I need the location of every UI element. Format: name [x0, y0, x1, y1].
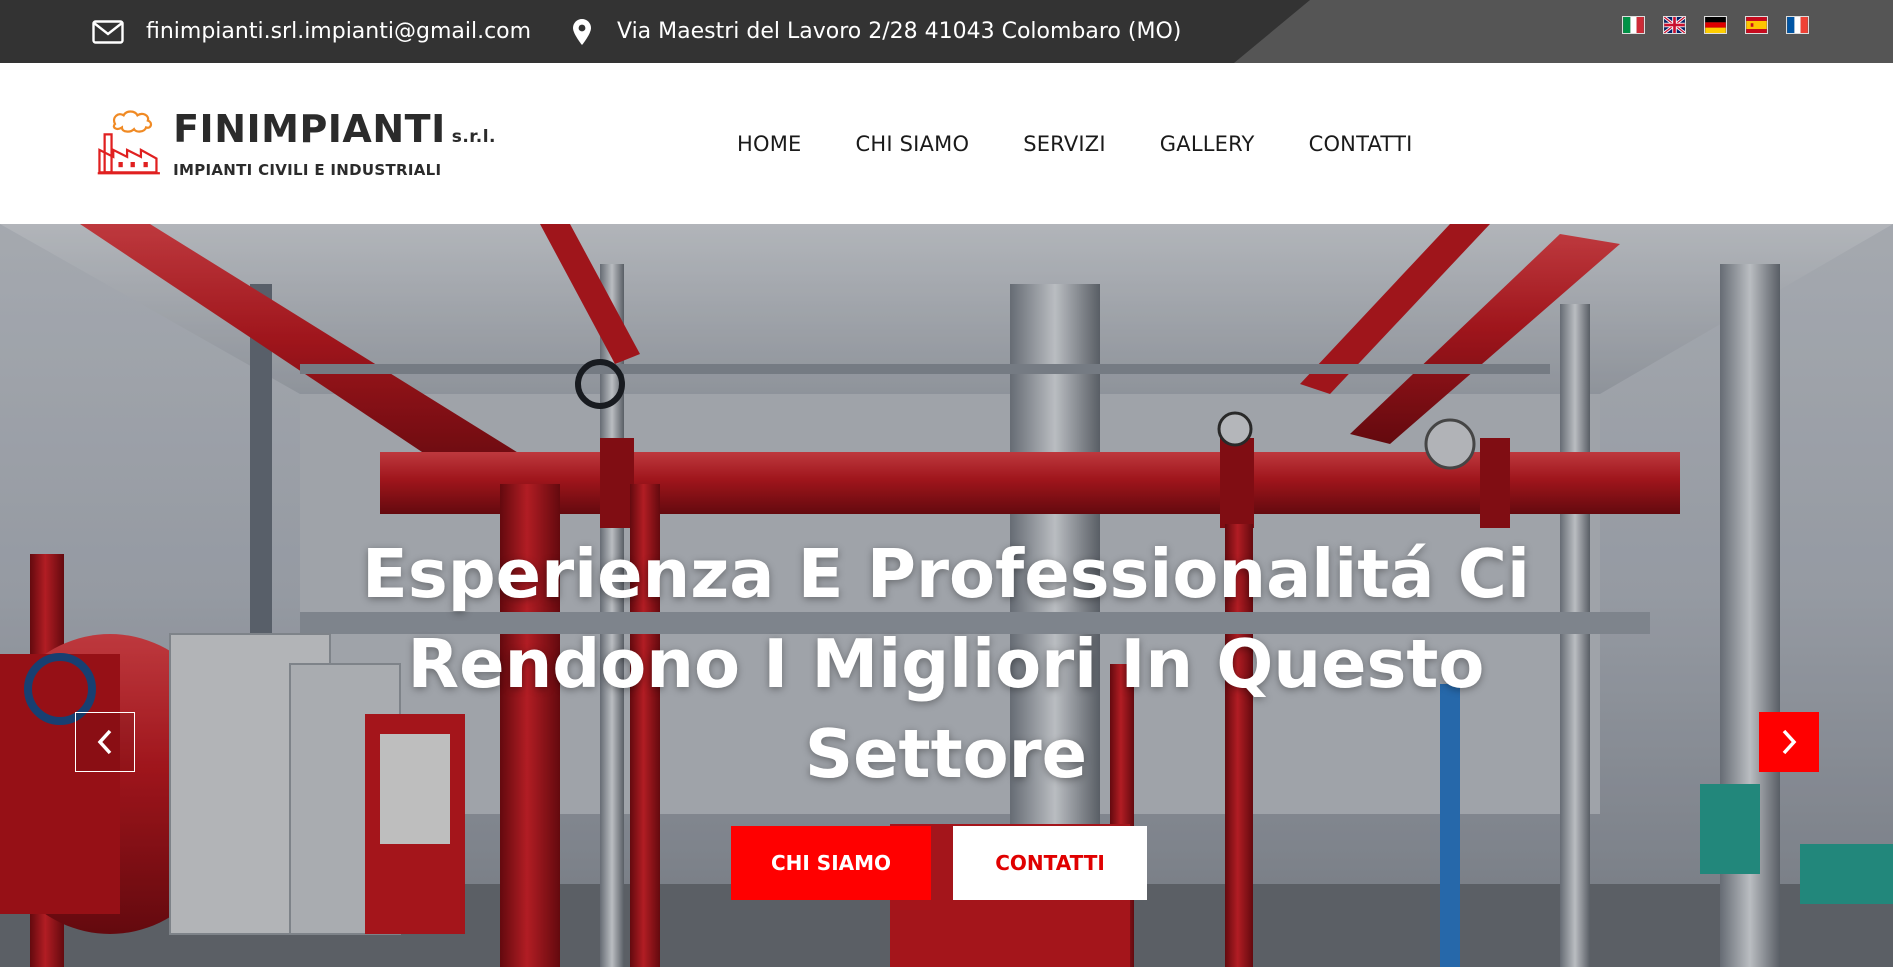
- nav-gallery[interactable]: GALLERY: [1160, 132, 1255, 156]
- nav-contatti[interactable]: CONTATTI: [1309, 132, 1413, 156]
- slider-prev-button[interactable]: [75, 712, 135, 772]
- brand-suffix: s.r.l.: [451, 127, 496, 147]
- hero-title: Esperienza E Professionalitá Ci Rendono …: [362, 535, 1530, 793]
- logo-text: FINIMPIANTI s.r.l. IMPIANTI CIVILI E INDU…: [173, 109, 496, 179]
- map-pin-icon: [573, 18, 591, 45]
- flag-uk-icon[interactable]: [1663, 16, 1686, 34]
- hero-contatti-button[interactable]: CONTATTI: [953, 826, 1147, 900]
- contact-email-text: finimpianti.srl.impianti@gmail.com: [146, 19, 532, 44]
- flag-france-icon[interactable]: [1786, 16, 1809, 34]
- contact-address: Via Maestri del Lavoro 2/28 41043 Colomb…: [573, 0, 1181, 63]
- envelope-icon: [92, 19, 124, 44]
- contact-address-text: Via Maestri del Lavoro 2/28 41043 Colomb…: [617, 19, 1182, 44]
- site-logo[interactable]: FINIMPIANTI s.r.l. IMPIANTI CIVILI E INDU…: [96, 103, 496, 183]
- hero-slider: Esperienza E Professionalitá Ci Rendono …: [0, 224, 1893, 967]
- nav-chi-siamo[interactable]: CHI SIAMO: [856, 132, 970, 156]
- factory-logo-icon: [97, 110, 160, 175]
- site-header: FINIMPIANTI s.r.l. IMPIANTI CIVILI E INDU…: [0, 63, 1893, 224]
- brand-name: FINIMPIANTI: [173, 107, 446, 151]
- nav-servizi[interactable]: SERVIZI: [1023, 132, 1106, 156]
- slider-next-button[interactable]: [1759, 712, 1819, 772]
- chevron-right-icon: [1782, 729, 1797, 755]
- main-navigation: HOME CHI SIAMO SERVIZI GALLERY CONTATTI: [737, 63, 1413, 224]
- top-bar: finimpianti.srl.impianti@gmail.com Via M…: [0, 0, 1893, 63]
- brand-tagline: IMPIANTI CIVILI E INDUSTRIALI: [173, 161, 442, 179]
- flag-germany-icon[interactable]: [1704, 16, 1727, 34]
- nav-home[interactable]: HOME: [737, 132, 802, 156]
- contact-email[interactable]: finimpianti.srl.impianti@gmail.com: [92, 0, 531, 63]
- flag-italy-icon[interactable]: [1622, 16, 1645, 34]
- flag-spain-icon[interactable]: [1745, 16, 1768, 34]
- chevron-left-icon: [97, 729, 112, 755]
- language-selector: [1622, 16, 1809, 34]
- hero-chi-siamo-button[interactable]: CHI SIAMO: [731, 826, 931, 900]
